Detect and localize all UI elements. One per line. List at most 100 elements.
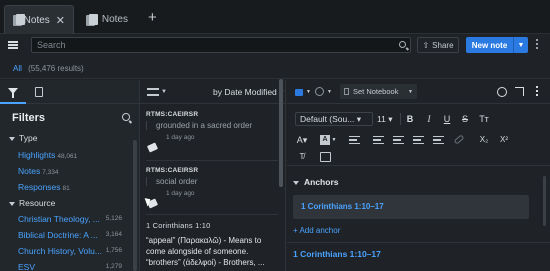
tab-filters[interactable] (0, 80, 26, 104)
filter-item-responses[interactable]: Responses 81 (18, 182, 70, 192)
new-note-button[interactable]: New note ▼ (466, 37, 528, 53)
font-size-label: 11 (377, 114, 386, 124)
check-circle-icon[interactable] (497, 87, 507, 97)
filter-count: 1,756 (105, 247, 122, 254)
list-item[interactable]: RTMS:CAEIRSR grounded in a sacred order … (146, 111, 276, 141)
filter-count: 5,126 (105, 215, 122, 222)
link-icon[interactable] (453, 134, 465, 145)
filter-item-resource[interactable]: ESV 1,279 (18, 262, 122, 271)
underline-button[interactable]: U (441, 112, 453, 126)
filter-label: Responses (18, 182, 61, 192)
anchors-header[interactable]: Anchors (293, 177, 338, 187)
anchors-title: Anchors (304, 177, 339, 187)
indent-icon[interactable] (433, 136, 444, 144)
no-style-icon[interactable] (315, 87, 324, 96)
chevron-down-icon[interactable]: ▼ (161, 89, 167, 95)
scrollbar[interactable] (279, 79, 283, 187)
highlight-color-icon[interactable]: A (320, 135, 330, 145)
share-button[interactable]: ⇧ Share (417, 37, 459, 53)
notes-doc-icon (13, 14, 25, 26)
align-left-icon[interactable] (349, 136, 360, 144)
chevron-down-icon[interactable]: ▼ (327, 89, 332, 95)
scrollbar[interactable] (133, 140, 137, 271)
font-color-button[interactable]: A▾ (295, 133, 309, 147)
bold-button[interactable]: B (404, 112, 416, 126)
subscript-button[interactable]: X₂ (477, 133, 491, 147)
pin-icon (146, 142, 159, 153)
outdent-icon[interactable] (413, 136, 424, 144)
font-family-select[interactable]: Default (Sou... ▾ (295, 112, 373, 126)
formatting-toolbar: Default (Sou... ▾ 11 ▾ B I U S Tт A▾ A ▼… (287, 104, 550, 166)
divider (287, 242, 550, 243)
filter-label: Biblical Doctrine: A ... (18, 230, 98, 240)
toolbar: Search ⇧ Share New note ▼ (0, 34, 550, 56)
add-anchor-link[interactable]: + Add anchor (293, 226, 340, 235)
more-vertical-icon[interactable] (536, 39, 539, 51)
scrollbar[interactable] (543, 176, 546, 226)
expand-icon[interactable] (515, 87, 524, 96)
filter-label: ESV (18, 262, 36, 271)
new-note-label: New note (471, 40, 508, 50)
chevron-down-icon: ▼ (408, 88, 413, 95)
sort-dropdown[interactable]: by Date Modified ▾ (213, 87, 283, 98)
search-icon[interactable] (399, 41, 406, 48)
notebook-icon (344, 88, 349, 95)
search-placeholder: Search (37, 40, 66, 50)
filters-panel: Filters Type Highlights 48,061 Notes 7,334… (0, 80, 140, 271)
text-size-button[interactable]: Tт (477, 112, 491, 126)
notes-list: ▼ by Date Modified ▾ RTMS:CAEIRSR ground… (140, 80, 286, 271)
chevron-down-icon[interactable]: ▼ (330, 133, 338, 147)
filter-item-notes[interactable]: Notes 7,334 (18, 166, 59, 176)
strikethrough-button[interactable]: S (459, 112, 471, 126)
sort-label: by Date Modified (213, 87, 277, 97)
all-link[interactable]: All (13, 64, 22, 73)
filter-section-type[interactable]: Type (9, 133, 37, 143)
clear-format-button[interactable]: T̸ (295, 150, 309, 164)
tab-notes-active[interactable]: Notes ✕ (4, 5, 74, 34)
color-flag-icon[interactable] (295, 89, 303, 96)
filter-item-resource[interactable]: Christian Theology, ... 5,126 (18, 214, 122, 224)
image-icon[interactable] (320, 152, 331, 162)
view-list-icon[interactable] (147, 87, 159, 96)
filter-count: 1,279 (105, 263, 122, 270)
search-input[interactable]: Search (31, 37, 411, 53)
set-notebook-dropdown[interactable]: Set Notebook ▼ (340, 84, 417, 99)
filter-item-resource[interactable]: Biblical Doctrine: A ... 3,164 (18, 230, 122, 240)
new-tab-button[interactable]: + (148, 9, 157, 26)
note-date: 1 day ago (166, 134, 195, 141)
filter-item-highlights[interactable]: Highlights 48,061 (18, 150, 77, 160)
numbered-list-icon[interactable] (393, 136, 404, 144)
chevron-down-icon (9, 136, 15, 141)
superscript-button[interactable]: X² (497, 133, 511, 147)
note-quote: “appeal” (Παρακαλῶ) - Means to come alon… (146, 236, 265, 267)
search-icon[interactable] (122, 113, 130, 121)
italic-button[interactable]: I (423, 112, 435, 126)
chevron-down-icon (9, 201, 15, 206)
more-vertical-icon[interactable] (536, 86, 539, 98)
menu-button[interactable] (0, 41, 26, 49)
close-icon[interactable]: ✕ (56, 14, 65, 27)
anchor-reference[interactable]: 1 Corinthians 1:10–17 (293, 195, 529, 219)
filter-item-resource[interactable]: Church History, Volu... 1,756 (18, 246, 122, 256)
notes-doc-icon (86, 13, 98, 26)
font-size-select[interactable]: 11 ▾ (377, 112, 399, 126)
filter-count: 48,061 (57, 153, 78, 160)
filter-label: Christian Theology, ... (18, 214, 100, 224)
tab-notes[interactable]: Notes (78, 5, 136, 34)
tab-bar: Notes ✕ Notes + (0, 0, 550, 34)
note-body: social order (146, 177, 276, 186)
hamburger-icon (8, 41, 18, 49)
section-label: Type (19, 133, 38, 143)
font-label: Default (Sou... (300, 114, 355, 124)
note-body-reference[interactable]: 1 Corinthians 1:10–17 (293, 249, 381, 259)
filter-label: Notes (18, 166, 41, 176)
list-item[interactable]: RTMS:CAEIRSR social order 1 day ago (146, 167, 276, 197)
note-editor: ▼ ▼ Set Notebook ▼ Default (Sou... ▾ 11 … (287, 80, 550, 271)
chevron-down-icon[interactable]: ▼ (513, 37, 528, 53)
filter-section-resource[interactable]: Resource (9, 198, 55, 208)
chevron-down-icon[interactable]: ▼ (306, 89, 311, 95)
tab-notebooks[interactable] (26, 80, 52, 104)
bulleted-list-icon[interactable] (373, 136, 384, 144)
divider (146, 160, 278, 161)
list-item[interactable]: 1 Corinthians 1:10 “appeal” (Παρακαλῶ) -… (146, 221, 276, 268)
